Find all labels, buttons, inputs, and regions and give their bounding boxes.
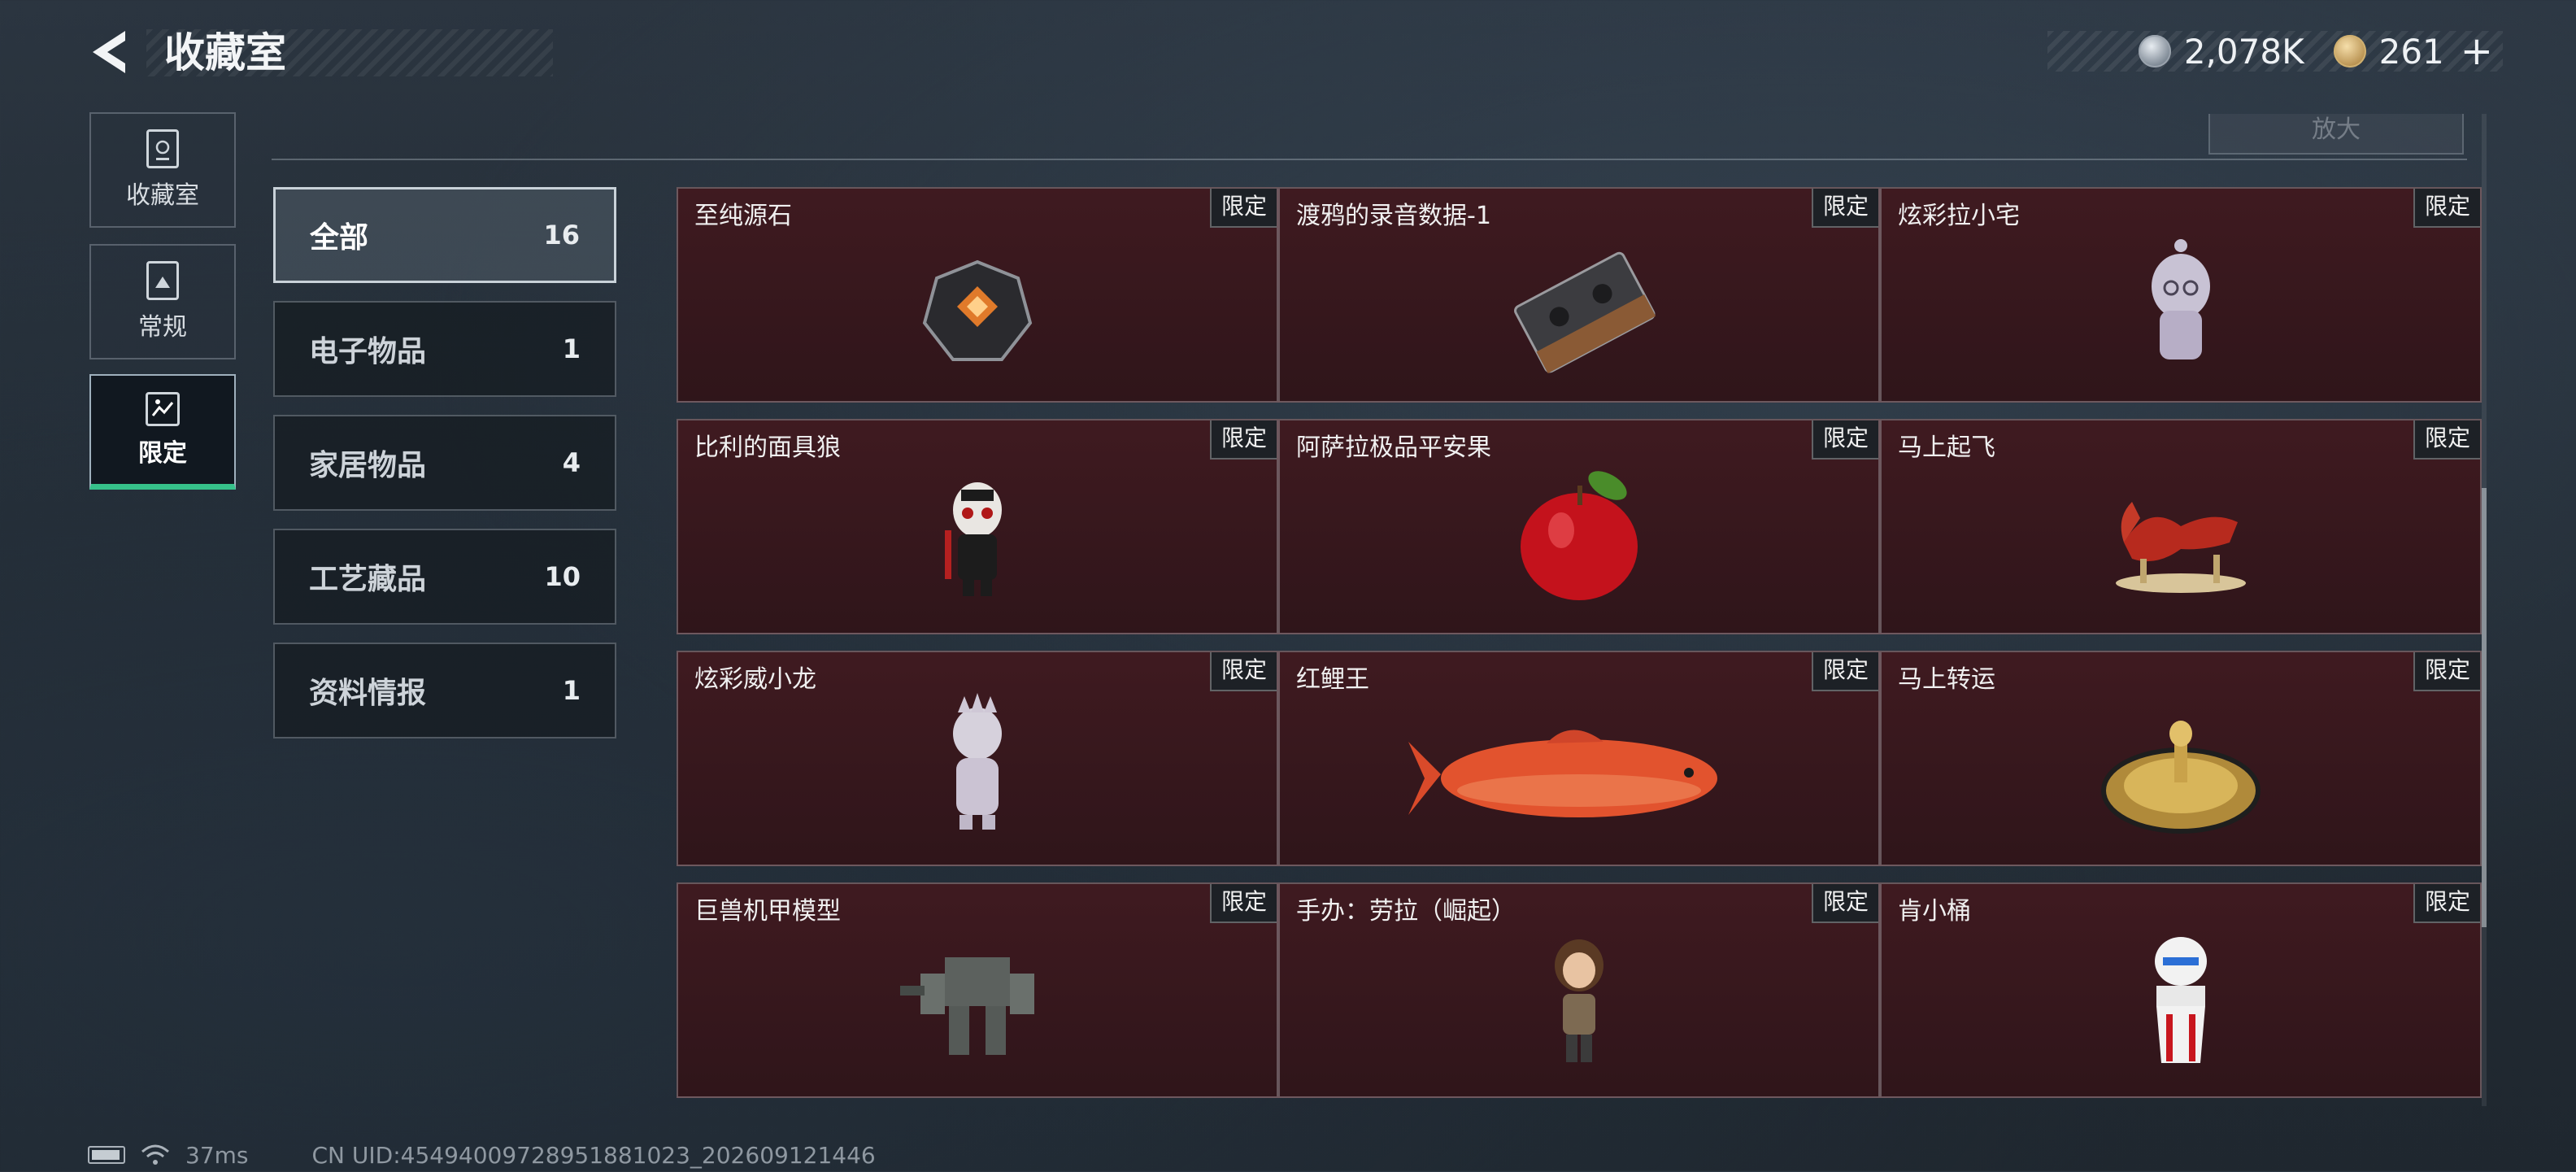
item-name: 比利的面具狼 bbox=[694, 434, 841, 462]
figurine-icon bbox=[2091, 221, 2270, 392]
currency-bar: 2,078K 261 + bbox=[2047, 28, 2503, 74]
category-all[interactable]: 全部 16 bbox=[273, 187, 616, 283]
title-banner: 收藏室 bbox=[146, 29, 553, 76]
item-name: 渡鸦的录音数据-1 bbox=[1296, 202, 1491, 230]
enlarge-button[interactable]: 放大 bbox=[2208, 114, 2464, 155]
wifi-icon bbox=[140, 1144, 171, 1166]
gem-icon bbox=[888, 221, 1067, 392]
gold-coin-amount: 261 bbox=[2378, 31, 2444, 72]
category-count: 1 bbox=[562, 333, 581, 364]
back-arrow-icon[interactable] bbox=[88, 28, 137, 76]
limited-badge: 限定 bbox=[2413, 652, 2480, 691]
nav-item-label: 限定 bbox=[138, 438, 187, 468]
item-name: 巨兽机甲模型 bbox=[694, 897, 841, 926]
item-card[interactable]: 炫彩拉小宅 限定 bbox=[1880, 187, 2482, 403]
limited-badge: 限定 bbox=[1811, 189, 1878, 228]
item-name: 肯小桶 bbox=[1898, 897, 1971, 926]
category-count: 16 bbox=[543, 220, 580, 251]
category-household[interactable]: 家居物品 4 bbox=[273, 415, 616, 511]
nav-item-limited[interactable]: 限定 bbox=[89, 374, 236, 490]
item-name: 炫彩拉小宅 bbox=[1898, 202, 2020, 230]
limited-badge: 限定 bbox=[1209, 652, 1277, 691]
koi-fish-icon bbox=[1408, 685, 1750, 856]
item-name: 阿萨拉极品平安果 bbox=[1296, 434, 1491, 462]
ping-text: 37ms bbox=[185, 1141, 249, 1169]
item-card[interactable]: 渡鸦的录音数据-1 限定 bbox=[1278, 187, 1880, 403]
item-name: 至纯源石 bbox=[694, 202, 792, 230]
nav-item-regular[interactable]: 常规 bbox=[89, 244, 236, 359]
nav-item-label: 收藏室 bbox=[126, 181, 199, 210]
limited-badge: 限定 bbox=[1811, 884, 1878, 923]
category-electronics[interactable]: 电子物品 1 bbox=[273, 301, 616, 397]
lara-figure-icon bbox=[1490, 917, 1669, 1087]
item-card[interactable]: 马上转运 限定 bbox=[1880, 651, 2482, 866]
category-label: 全部 bbox=[310, 221, 369, 255]
item-card[interactable]: 马上起飞 限定 bbox=[1880, 419, 2482, 634]
item-card[interactable]: 肯小桶 限定 bbox=[1880, 882, 2482, 1098]
item-card[interactable]: 巨兽机甲模型 限定 bbox=[677, 882, 1278, 1098]
limited-badge: 限定 bbox=[1811, 420, 1878, 460]
battery-icon bbox=[88, 1146, 125, 1164]
limited-badge: 限定 bbox=[2413, 189, 2480, 228]
page-title: 收藏室 bbox=[164, 29, 286, 76]
bucket-figure-icon bbox=[2091, 917, 2270, 1087]
item-card[interactable]: 手办：劳拉（崛起） 限定 bbox=[1278, 882, 1880, 1098]
category-label: 电子物品 bbox=[309, 335, 427, 368]
item-card[interactable]: 红鲤王 限定 bbox=[1278, 651, 1880, 866]
puppet-figurine-icon bbox=[888, 453, 1067, 624]
nav-item-label: 常规 bbox=[138, 313, 187, 342]
horse-figurine-icon bbox=[2091, 453, 2270, 624]
lucky-spinner-icon bbox=[2091, 685, 2270, 856]
add-currency-button[interactable]: + bbox=[2461, 28, 2493, 74]
dragon-figurine-icon bbox=[888, 685, 1067, 856]
item-card[interactable]: 比利的面具狼 限定 bbox=[677, 419, 1278, 634]
cassette-icon bbox=[1490, 221, 1669, 392]
category-label: 资料情报 bbox=[309, 677, 427, 710]
scrollbar-thumb[interactable] bbox=[2482, 488, 2487, 927]
category-label: 家居物品 bbox=[309, 449, 427, 482]
header: 收藏室 2,078K 261 + bbox=[0, 0, 2576, 106]
item-card[interactable]: 阿萨拉极品平安果 限定 bbox=[1278, 419, 1880, 634]
category-count: 1 bbox=[562, 675, 581, 706]
item-name: 马上转运 bbox=[1898, 665, 1995, 694]
apple-icon bbox=[1490, 453, 1669, 624]
nav-item-vault[interactable]: 收藏室 bbox=[89, 112, 236, 228]
silver-coin-amount: 2,078K bbox=[2183, 31, 2304, 72]
item-name: 手办：劳拉（崛起） bbox=[1296, 897, 1516, 926]
category-intel[interactable]: 资料情报 1 bbox=[273, 643, 616, 738]
mech-model-icon bbox=[888, 917, 1067, 1087]
gold-coin-icon bbox=[2333, 35, 2366, 68]
category-count: 10 bbox=[544, 561, 581, 592]
vault-icon bbox=[146, 129, 179, 168]
limited-badge: 限定 bbox=[1209, 189, 1277, 228]
item-card[interactable]: 炫彩威小龙 限定 bbox=[677, 651, 1278, 866]
limited-badge: 限定 bbox=[2413, 884, 2480, 923]
limited-badge: 限定 bbox=[1209, 420, 1277, 460]
limited-badge: 限定 bbox=[2413, 420, 2480, 460]
category-crafts[interactable]: 工艺藏品 10 bbox=[273, 529, 616, 625]
photo-card-icon bbox=[146, 261, 179, 300]
item-name: 红鲤王 bbox=[1296, 665, 1369, 694]
category-label: 工艺藏品 bbox=[309, 563, 427, 596]
divider bbox=[272, 159, 2467, 160]
limited-badge: 限定 bbox=[1209, 884, 1277, 923]
item-name: 炫彩威小龙 bbox=[694, 665, 816, 694]
category-count: 4 bbox=[562, 447, 581, 478]
uid-text: CN UID:45494009728951881023_202609121446 bbox=[311, 1141, 876, 1169]
silver-coin-icon bbox=[2138, 35, 2171, 68]
status-bar: 37ms CN UID:45494009728951881023_2026091… bbox=[88, 1139, 876, 1171]
item-name: 马上起飞 bbox=[1898, 434, 1995, 462]
item-card[interactable]: 至纯源石 限定 bbox=[677, 187, 1278, 403]
limited-badge: 限定 bbox=[1811, 652, 1878, 691]
limited-icon bbox=[146, 391, 180, 426]
